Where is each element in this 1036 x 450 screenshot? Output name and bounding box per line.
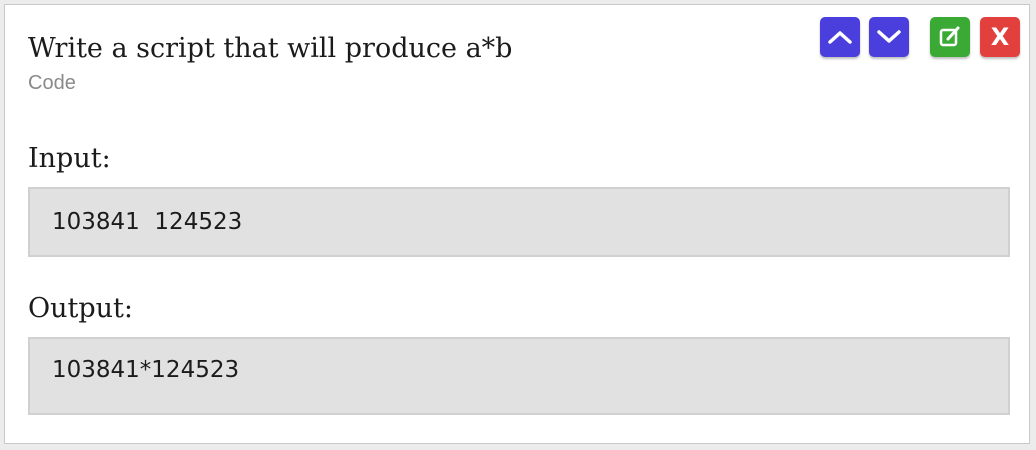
input-label: Input: bbox=[28, 143, 111, 174]
question-type-label: Code bbox=[28, 72, 76, 94]
move-down-button[interactable] bbox=[869, 17, 909, 57]
input-code-block: 103841 124523 bbox=[28, 187, 1010, 257]
edit-icon bbox=[939, 26, 960, 47]
delete-button[interactable]: X bbox=[980, 17, 1020, 57]
chevron-up-icon bbox=[828, 31, 852, 44]
chevron-down-icon bbox=[877, 30, 901, 43]
delete-icon: X bbox=[990, 23, 1010, 51]
question-title: Write a script that will produce a*b bbox=[28, 33, 513, 64]
question-card: Write a script that will produce a*b Cod… bbox=[4, 4, 1030, 444]
output-code-block: 103841*124523 bbox=[28, 337, 1010, 415]
move-up-button[interactable] bbox=[820, 17, 860, 57]
output-label: Output: bbox=[28, 293, 133, 324]
edit-button[interactable] bbox=[930, 17, 970, 57]
